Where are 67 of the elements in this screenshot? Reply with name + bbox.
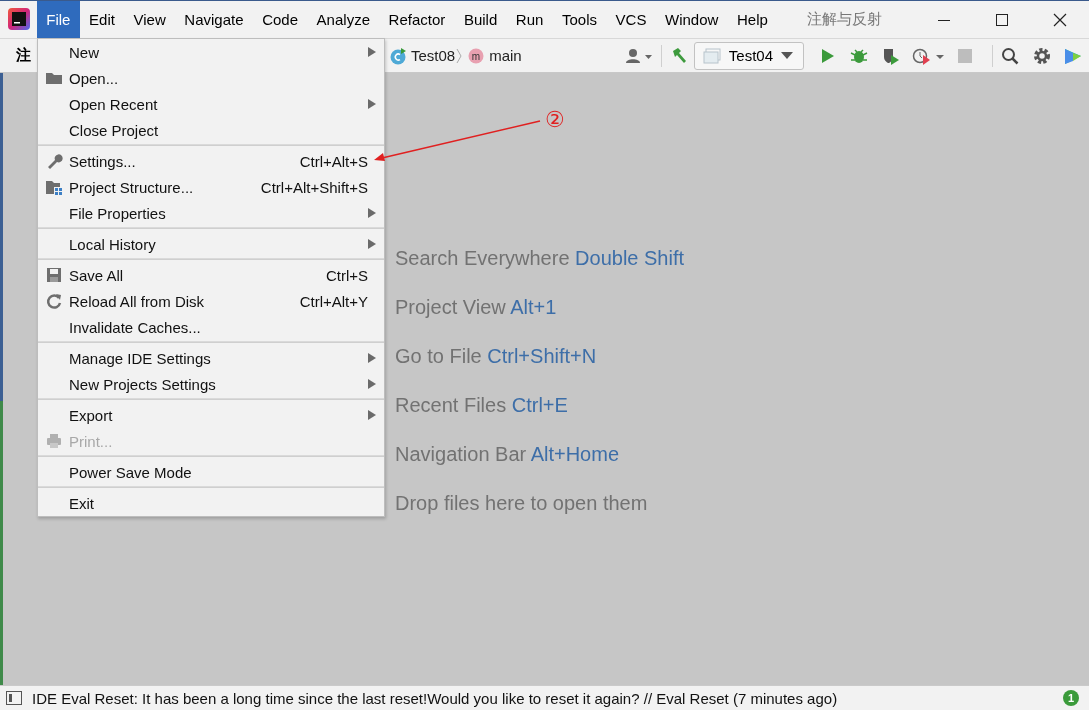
menu-entry[interactable]: Save All Ctrl+S [38, 262, 384, 288]
breadcrumb[interactable]: Test08 [411, 47, 456, 64]
menu-entry[interactable]: New Projects Settings [38, 371, 384, 397]
user-dropdown-icon[interactable] [624, 46, 653, 65]
search-icon[interactable] [1001, 46, 1019, 65]
tool-windows-icon[interactable] [6, 691, 22, 705]
menu-entry[interactable]: Reload All from Disk Ctrl+Alt+Y [38, 288, 384, 314]
welcome-hint: Search Everywhere Double Shift [395, 247, 685, 271]
menu-entry[interactable]: Open Recent [38, 91, 384, 117]
welcome-hint: Drop files here to open them [395, 492, 649, 516]
method-icon: m [467, 46, 486, 65]
menu-entry[interactable]: Local History [38, 231, 384, 257]
menu-item[interactable]: Analyze [307, 1, 380, 38]
menu-item[interactable]: View [124, 1, 176, 38]
menu-entry[interactable]: File Properties [38, 200, 384, 226]
app-logo-icon[interactable] [8, 8, 30, 30]
welcome-hint: Navigation Bar Alt+Home [395, 443, 620, 467]
menu-entry[interactable]: New [38, 39, 384, 65]
project-name: 注 [16, 46, 31, 65]
shortcut-label: Ctrl+Alt+Y [299, 292, 368, 310]
menu-item[interactable]: Edit [79, 1, 125, 38]
menu-entry[interactable]: Invalidate Caches... [38, 314, 384, 340]
menu-entry[interactable]: Project Structure... Ctrl+Alt+Shift+S [38, 174, 384, 200]
shortcut-label: Ctrl+Alt+S [299, 152, 368, 170]
run-configuration-label: Test04 [728, 47, 773, 64]
menu-item[interactable]: Refactor [379, 1, 455, 38]
menu-item[interactable]: Navigate [175, 1, 253, 38]
menu-item[interactable]: Help [727, 1, 778, 38]
save-icon [44, 266, 63, 284]
window-icon [702, 47, 721, 64]
annotation-marker: ② [545, 107, 565, 133]
run-configuration-dropdown[interactable]: Test04 [693, 41, 804, 70]
menu-entry[interactable]: Close Project [38, 117, 384, 143]
menu-entry[interactable]: Settings... Ctrl+Alt+S [38, 148, 384, 174]
menu-entry[interactable]: Export [38, 402, 384, 428]
menu-entry[interactable]: Manage IDE Settings [38, 345, 384, 371]
close-icon[interactable] [1053, 12, 1067, 27]
menu-entry[interactable]: Open... [38, 65, 384, 91]
settings-icon[interactable] [1033, 46, 1051, 65]
status-message: IDE Eval Reset: It has been a long time since the last reset!Would you like to reset it again? // Eval Reset (7 minutes ago) [32, 689, 839, 707]
printer-icon [44, 432, 63, 450]
class-icon [389, 46, 407, 65]
menu-entry[interactable]: Exit [38, 490, 384, 516]
welcome-hint: Recent Files Ctrl+E [395, 394, 569, 418]
welcome-hint: Project View Alt+1 [395, 296, 558, 320]
menu-item[interactable]: File [37, 1, 80, 38]
menu-entry[interactable]: Power Save Mode [38, 459, 384, 485]
breadcrumb[interactable]: main [489, 47, 522, 64]
menu-item[interactable]: Window [655, 1, 728, 38]
welcome-hint: Go to File Ctrl+Shift+N [395, 345, 598, 369]
notification-badge[interactable]: 1 [1063, 690, 1079, 706]
shortcut-label: Ctrl+Alt+Shift+S [260, 178, 368, 196]
menu-item[interactable]: VCS [606, 1, 656, 38]
menu-item[interactable]: Build [454, 1, 507, 38]
menu-item[interactable]: Code [252, 1, 308, 38]
caret-icon [781, 51, 793, 60]
menu-item[interactable]: Tools [552, 1, 607, 38]
shield-run-icon[interactable] [882, 46, 900, 65]
maximize-icon[interactable] [995, 12, 1009, 27]
window-title: 注解与反射 [807, 9, 883, 29]
shortcut-label: Ctrl+S [325, 266, 368, 284]
folder-grid-icon [44, 178, 63, 196]
profiler-icon[interactable] [912, 46, 946, 65]
menu-item[interactable]: Run [506, 1, 553, 38]
reload-icon [44, 292, 63, 310]
bug-icon[interactable] [850, 46, 868, 65]
chevron-icon [455, 46, 464, 65]
